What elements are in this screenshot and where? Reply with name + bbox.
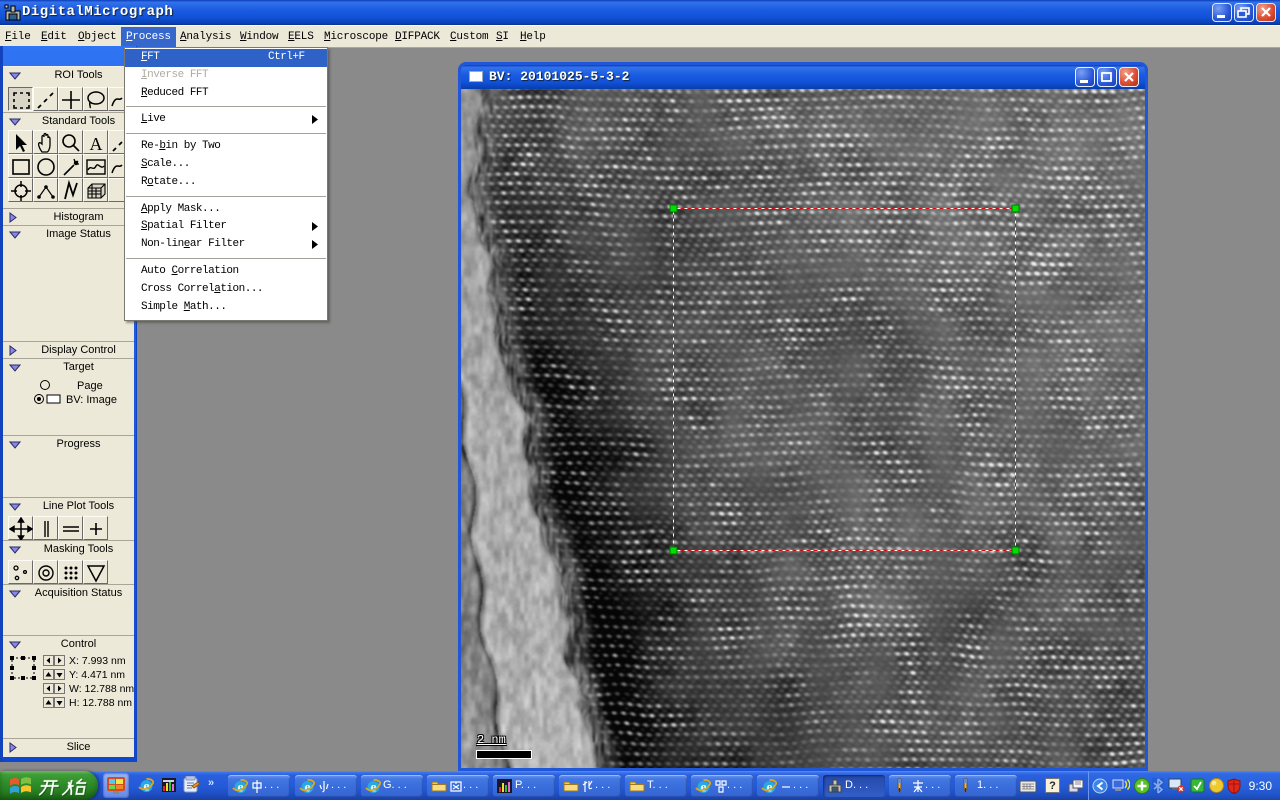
svg-text:e: e [304, 781, 310, 794]
svg-text:A: A [90, 134, 103, 154]
svg-text:e: e [143, 780, 149, 793]
svg-text:e: e [370, 781, 376, 794]
svg-text:e: e [766, 781, 772, 794]
svg-text:BV: Image: BV: Image [66, 394, 117, 406]
svg-text:e: e [237, 781, 243, 794]
svg-text:Page: Page [77, 380, 103, 392]
svg-text:e: e [700, 781, 706, 794]
